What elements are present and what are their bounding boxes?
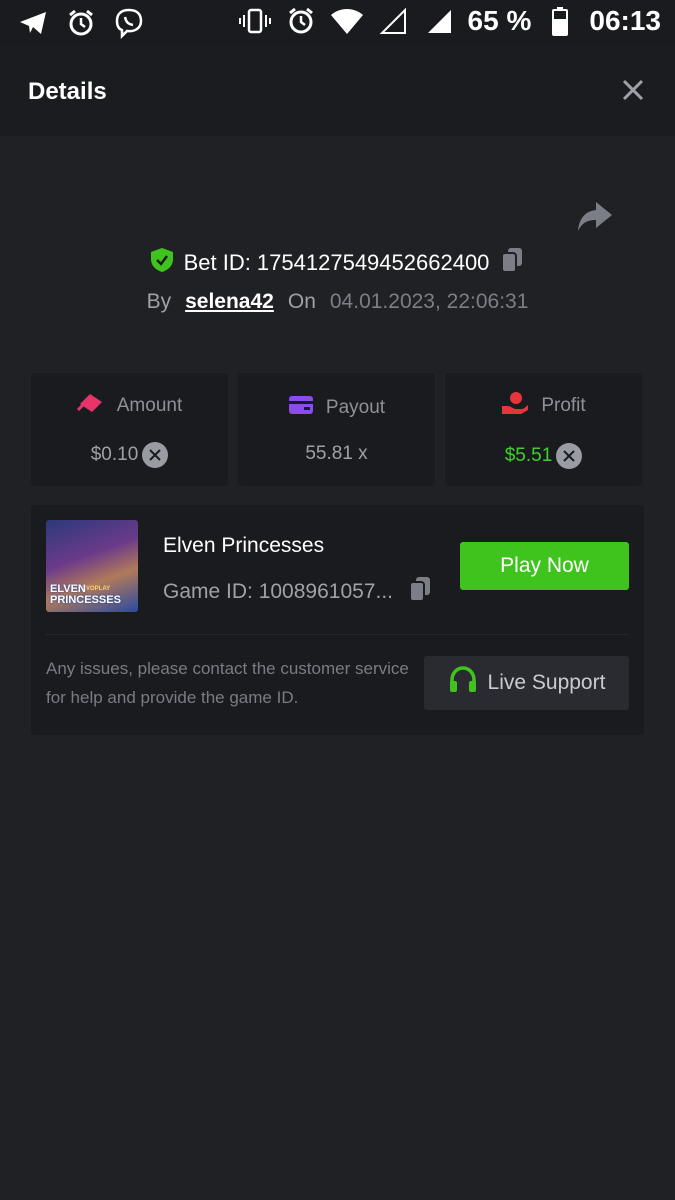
alarm-icon bbox=[284, 4, 318, 38]
profit-icon bbox=[501, 391, 529, 421]
live-support-button[interactable]: Live Support bbox=[424, 656, 629, 710]
headset-icon bbox=[448, 666, 478, 700]
bet-stats: Amount $0.10 Payout 55.81 x Profit $5.51 bbox=[31, 373, 642, 486]
stat-value: $5.51 bbox=[504, 444, 553, 466]
telegram-icon bbox=[16, 6, 50, 40]
stat-label: Profit bbox=[541, 394, 586, 416]
copy-icon[interactable] bbox=[407, 575, 433, 609]
details-header: Details bbox=[0, 44, 675, 136]
game-id-row: Game ID: 1008961057... bbox=[163, 575, 433, 609]
signal-icon bbox=[422, 4, 456, 38]
status-bar: 65 % 06:13 bbox=[0, 0, 675, 44]
live-support-label: Live Support bbox=[487, 671, 606, 694]
alarm-icon bbox=[64, 6, 98, 40]
clock: 06:13 bbox=[589, 5, 661, 36]
shield-check-icon bbox=[150, 247, 174, 279]
stat-value: $0.10 bbox=[90, 443, 139, 465]
signal-empty-icon bbox=[376, 4, 410, 38]
currency-coin-icon bbox=[142, 441, 169, 468]
stat-value: 55.81 x bbox=[305, 442, 368, 464]
thumb-title: ELVEN PRINCESSES bbox=[50, 583, 121, 606]
username-link[interactable]: selena42 bbox=[185, 290, 274, 314]
stat-label: Payout bbox=[325, 396, 386, 418]
wallet-icon bbox=[288, 395, 314, 421]
stat-amount: Amount $0.10 bbox=[31, 373, 228, 486]
battery-icon bbox=[543, 4, 577, 38]
page-title: Details bbox=[28, 78, 107, 105]
stat-label: Amount bbox=[116, 394, 183, 416]
bet-meta: By selena42 On 04.01.2023, 22:06:31 bbox=[0, 290, 675, 314]
close-icon[interactable] bbox=[621, 78, 645, 102]
on-label: On bbox=[287, 290, 316, 313]
wifi-icon bbox=[330, 4, 364, 38]
game-card: EVOPLAY ELVEN PRINCESSES Elven Princesse… bbox=[31, 505, 644, 735]
copy-icon[interactable] bbox=[499, 246, 525, 280]
support-help-text: Any issues, please contact the customer … bbox=[46, 659, 409, 707]
stat-payout: Payout 55.81 x bbox=[238, 373, 435, 486]
game-id: Game ID: 1008961057... bbox=[163, 580, 393, 603]
play-now-button[interactable]: Play Now bbox=[460, 542, 629, 590]
bet-id-row: Bet ID: 1754127549452662400 bbox=[0, 246, 675, 280]
game-thumbnail[interactable]: EVOPLAY ELVEN PRINCESSES bbox=[46, 520, 138, 612]
by-label: By bbox=[146, 290, 172, 313]
battery-percent: 65 % bbox=[467, 5, 532, 36]
bet-id: Bet ID: 1754127549452662400 bbox=[183, 250, 490, 275]
amount-icon bbox=[76, 392, 105, 420]
stat-profit: Profit $5.51 bbox=[445, 373, 642, 486]
viber-icon bbox=[112, 6, 146, 40]
game-name: Elven Princesses bbox=[163, 534, 325, 557]
share-icon[interactable] bbox=[576, 200, 614, 234]
divider bbox=[46, 634, 629, 635]
vibrate-icon bbox=[238, 4, 272, 38]
bet-datetime: 04.01.2023, 22:06:31 bbox=[329, 290, 529, 313]
currency-coin-icon bbox=[556, 442, 583, 469]
